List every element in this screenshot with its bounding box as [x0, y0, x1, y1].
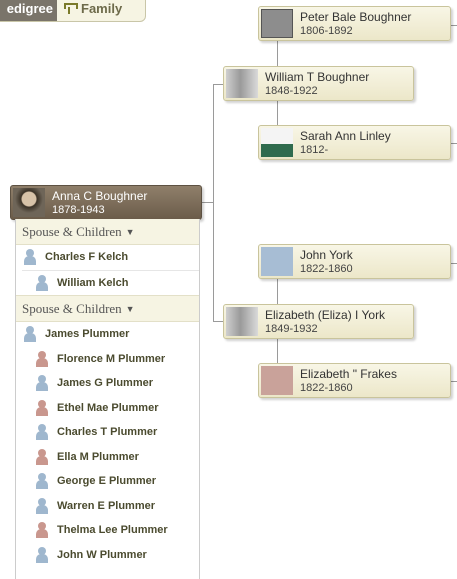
tab-family[interactable]: Family [57, 0, 122, 21]
spouse-name: James Plummer [45, 328, 130, 341]
child-name: Ethel Mae Plummer [57, 401, 159, 414]
person-dates: 1812- [300, 144, 329, 156]
spouse-children-label: Spouse & Children [22, 223, 122, 239]
person-photo [226, 69, 258, 98]
person-dates: 1849-1932 [265, 323, 318, 335]
child-name: James G Plummer [57, 377, 153, 390]
family-panel: Spouse & Children ▼ Charles F Kelch Willi… [15, 219, 200, 579]
person-dates: 1848-1922 [265, 85, 318, 97]
connector-father [213, 84, 223, 85]
child-item[interactable]: George E Plummer [16, 469, 199, 494]
child-item[interactable]: John W Plummer [16, 543, 199, 568]
person-dates: 1806-1892 [300, 25, 353, 37]
connector-parents-vertical [213, 84, 214, 322]
child-name: Charles T Plummer [57, 426, 158, 439]
connector-gp3-out [451, 263, 457, 264]
person-card-father[interactable]: William T Boughner 1848-1922 [223, 66, 414, 101]
child-name: William Kelch [57, 276, 129, 289]
person-card-mother[interactable]: Elizabeth (Eliza) I York 1849-1932 [223, 304, 414, 339]
male-icon [36, 274, 48, 291]
male-icon [24, 249, 36, 266]
person-dates: 1822-1860 [300, 382, 353, 394]
connector-gp4-out [451, 381, 457, 382]
female-icon [36, 350, 48, 367]
male-icon [36, 546, 48, 563]
tab-family-label: Family [81, 0, 123, 16]
family-tree-icon [63, 2, 78, 14]
male-silhouette-icon [261, 247, 293, 276]
spouse-item[interactable]: Charles F Kelch [16, 245, 199, 270]
person-dates: 1878-1943 [52, 204, 105, 216]
person-photo [261, 128, 293, 157]
person-card-grandparent[interactable]: Peter Bale Boughner 1806-1892 [258, 6, 451, 41]
connector-focus-parents [202, 202, 213, 203]
connector-gp1-out [451, 25, 457, 26]
connector-gp2-out [451, 143, 457, 144]
child-item[interactable]: Charles T Plummer [16, 420, 199, 445]
spouse-children-header[interactable]: Spouse & Children ▼ [16, 295, 199, 322]
spouse-item[interactable]: James Plummer [16, 322, 199, 347]
child-item[interactable]: Ethel Mae Plummer [16, 396, 199, 421]
child-name: Warren E Plummer [57, 499, 156, 512]
person-dates: 1822-1860 [300, 263, 353, 275]
tab-pedigree[interactable]: edigree [0, 0, 57, 21]
male-icon [36, 424, 48, 441]
child-item[interactable]: Thelma Lee Plummer [16, 518, 199, 543]
child-name: Florence M Plummer [57, 352, 166, 365]
female-icon [36, 399, 48, 416]
person-name: Peter Bale Boughner [300, 10, 412, 24]
child-name: Thelma Lee Plummer [57, 524, 168, 537]
person-name: Sarah Ann Linley [300, 129, 391, 143]
male-icon [36, 375, 48, 392]
person-card-grandparent[interactable]: Elizabeth " Frakes 1822-1860 [258, 363, 451, 398]
view-tabs: edigree Family [0, 0, 146, 22]
child-item[interactable]: William Kelch [16, 271, 199, 296]
person-name: John York [300, 248, 353, 262]
spouse-name: Charles F Kelch [45, 251, 129, 264]
person-name: Elizabeth " Frakes [300, 367, 397, 381]
male-icon [24, 326, 36, 343]
dropdown-caret-icon: ▼ [125, 226, 135, 237]
child-item[interactable]: Ella M Plummer [16, 445, 199, 470]
female-silhouette-icon [261, 366, 293, 395]
tab-pedigree-label: edigree [6, 0, 53, 16]
person-name: William T Boughner [265, 70, 370, 84]
male-icon [36, 497, 48, 514]
spouse-children-header[interactable]: Spouse & Children ▼ [16, 219, 199, 245]
person-card-grandparent[interactable]: Sarah Ann Linley 1812- [258, 125, 451, 160]
connector-mother [213, 321, 223, 322]
person-name: Anna C Boughner [52, 189, 148, 203]
child-name: John W Plummer [57, 548, 147, 561]
female-icon [36, 448, 48, 465]
male-icon [36, 473, 48, 490]
dropdown-caret-icon: ▼ [125, 303, 135, 314]
child-item[interactable]: Warren E Plummer [16, 494, 199, 519]
person-name: Elizabeth (Eliza) I York [265, 308, 386, 322]
person-photo [261, 9, 293, 38]
person-photo [226, 307, 258, 336]
child-name: George E Plummer [57, 475, 157, 488]
child-item[interactable]: Florence M Plummer [16, 347, 199, 372]
child-name: Ella M Plummer [57, 450, 139, 463]
person-photo [13, 188, 45, 217]
person-card-focus[interactable]: Anna C Boughner 1878-1943 [10, 185, 202, 220]
female-icon [36, 522, 48, 539]
spouse-children-label: Spouse & Children [22, 300, 122, 316]
person-card-grandparent[interactable]: John York 1822-1860 [258, 244, 451, 279]
child-item[interactable]: James G Plummer [16, 371, 199, 396]
